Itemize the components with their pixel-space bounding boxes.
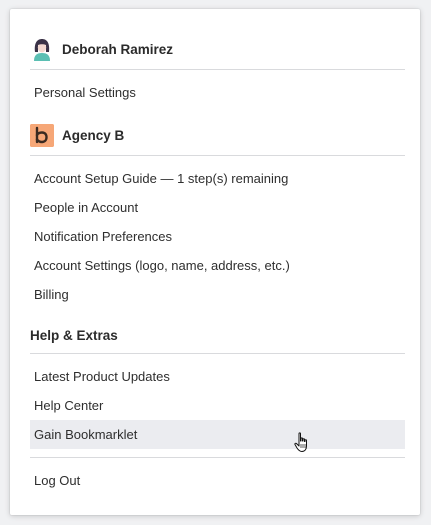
personal-settings-link[interactable]: Personal Settings (30, 78, 405, 107)
divider (30, 353, 405, 354)
help-center-link[interactable]: Help Center (30, 391, 405, 420)
account-settings-link[interactable]: Account Settings (logo, name, address, e… (30, 251, 405, 280)
divider (30, 457, 405, 458)
agency-logo-icon (30, 123, 54, 147)
account-name: Agency B (62, 127, 125, 143)
help-title-text: Help & Extras (30, 327, 118, 343)
log-out-link[interactable]: Log Out (30, 466, 405, 495)
user-header: Deborah Ramirez (30, 27, 405, 71)
latest-product-updates-link[interactable]: Latest Product Updates (30, 362, 405, 391)
people-in-account-link[interactable]: People in Account (30, 193, 405, 222)
billing-link[interactable]: Billing (30, 280, 405, 309)
hand-pointer-cursor-icon (294, 432, 312, 454)
notification-preferences-link[interactable]: Notification Preferences (30, 222, 405, 251)
divider (30, 155, 405, 156)
gain-bookmarklet-link[interactable]: Gain Bookmarklet (30, 420, 405, 449)
divider (30, 69, 405, 70)
account-header: Agency B (30, 113, 405, 157)
user-avatar-icon (30, 37, 54, 61)
account-setup-guide-link[interactable]: Account Setup Guide — 1 step(s) remainin… (30, 164, 405, 193)
help-section-title: Help & Extras (30, 313, 405, 357)
user-name: Deborah Ramirez (62, 41, 174, 57)
